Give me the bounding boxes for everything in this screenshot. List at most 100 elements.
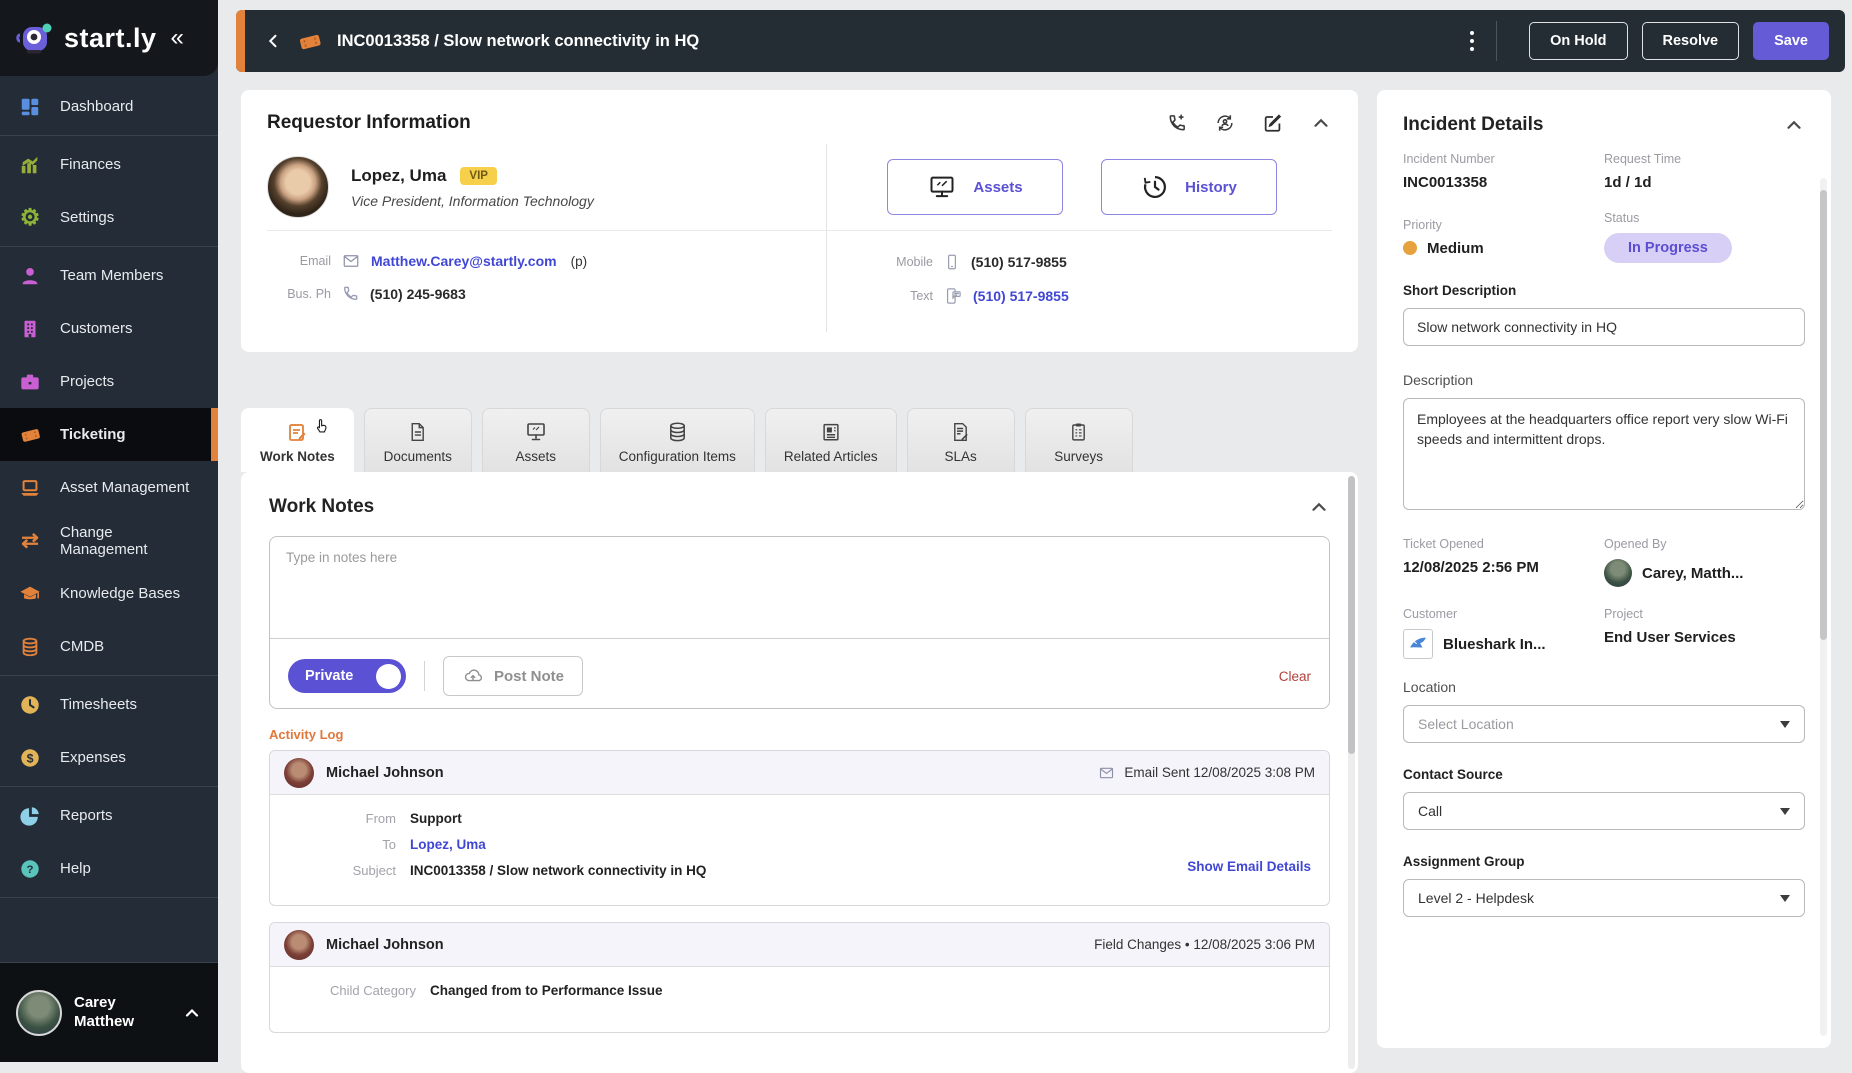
tab-surveys[interactable]: Surveys xyxy=(1024,408,1133,472)
sidebar-item-ticketing[interactable]: Ticketing xyxy=(0,408,218,461)
collapse-requestor-icon[interactable] xyxy=(1310,112,1332,134)
svg-text:?: ? xyxy=(27,864,34,876)
team-members-icon xyxy=(18,264,42,288)
sidebar-item-dashboard[interactable]: Dashboard xyxy=(0,80,218,133)
sidebar-item-finances[interactable]: Finances xyxy=(0,138,218,191)
sidebar-item-reports[interactable]: Reports xyxy=(0,789,218,842)
sidebar-item-help[interactable]: ? Help xyxy=(0,842,218,895)
panel-scrollbar[interactable] xyxy=(1820,178,1827,1036)
email-value[interactable]: Matthew.Carey@startly.com xyxy=(371,253,557,269)
tab-assets[interactable]: Assets xyxy=(481,408,590,472)
settings-gear-icon: ⚙ xyxy=(19,204,41,230)
sidebar-item-timesheets[interactable]: Timesheets xyxy=(0,678,218,731)
tab-related-articles[interactable]: Related Articles xyxy=(764,408,897,472)
sidebar-item-expenses[interactable]: $ Expenses xyxy=(0,731,218,784)
assets-button[interactable]: Assets xyxy=(887,159,1063,215)
documents-icon xyxy=(407,418,428,444)
hand-cursor-icon xyxy=(313,417,331,437)
child-category-value: Changed from to Performance Issue xyxy=(430,983,663,998)
sidebar-item-label: Asset Management xyxy=(60,479,190,496)
priority-label: Priority xyxy=(1403,217,1442,232)
dashboard-icon xyxy=(18,95,42,119)
sidebar-item-projects[interactable]: Projects xyxy=(0,355,218,408)
sidebar-item-team-members[interactable]: Team Members xyxy=(0,249,218,302)
sidebar-item-label: Finances xyxy=(60,156,121,173)
requestor-section-title: Requestor Information xyxy=(267,112,471,133)
chevron-up-icon[interactable] xyxy=(182,1003,202,1023)
sidebar-item-cmdb[interactable]: CMDB xyxy=(0,620,218,673)
sidebar-item-label: Customers xyxy=(60,320,133,337)
sidebar-item-settings[interactable]: ⚙ Settings xyxy=(0,191,218,244)
note-input[interactable] xyxy=(270,537,1329,639)
work-notes-card: Work Notes Private Post Note Clea xyxy=(241,472,1358,1073)
back-icon[interactable] xyxy=(265,31,283,51)
user-menu[interactable]: Carey Matthew xyxy=(0,962,218,1062)
sidebar-item-label: Change Management xyxy=(60,523,148,558)
show-email-details-link[interactable]: Show Email Details xyxy=(1187,859,1311,874)
edit-icon[interactable] xyxy=(1262,112,1284,134)
email-icon xyxy=(341,252,361,270)
description-input[interactable]: Employees at the headquarters office rep… xyxy=(1403,398,1805,510)
add-call-icon[interactable] xyxy=(1166,112,1188,134)
expenses-icon: $ xyxy=(18,746,42,770)
mobile-label: Mobile xyxy=(896,255,933,269)
sync-user-icon[interactable] xyxy=(1214,112,1236,134)
finances-icon xyxy=(18,153,42,177)
sidebar-item-change-management[interactable]: ⇄ Change Management xyxy=(0,514,218,567)
save-button[interactable]: Save xyxy=(1753,22,1829,60)
assignment-group-select[interactable]: Level 2 - Helpdesk xyxy=(1403,879,1805,917)
sidebar-item-knowledge-bases[interactable]: Knowledge Bases xyxy=(0,567,218,620)
sidebar-item-label: Settings xyxy=(60,209,115,226)
activity-meta: Field Changes • 12/08/2025 3:06 PM xyxy=(1094,937,1315,952)
history-button[interactable]: History xyxy=(1101,159,1277,215)
sidebar-collapse-icon[interactable]: « xyxy=(171,24,184,52)
private-toggle[interactable]: Private xyxy=(288,659,406,693)
project-value: End User Services xyxy=(1604,629,1736,646)
collapse-worknotes-icon[interactable] xyxy=(1308,496,1330,518)
customer-value[interactable]: Blueshark In... xyxy=(1443,636,1546,653)
post-note-button[interactable]: Post Note xyxy=(443,656,584,696)
on-hold-button[interactable]: On Hold xyxy=(1529,22,1628,60)
sidebar-item-customers[interactable]: Customers xyxy=(0,302,218,355)
worknotes-scrollbar[interactable] xyxy=(1348,476,1355,1069)
sidebar-item-label: Timesheets xyxy=(60,696,137,713)
resolve-button[interactable]: Resolve xyxy=(1641,22,1740,60)
projects-icon xyxy=(18,370,42,394)
svg-text:$: $ xyxy=(27,751,34,765)
request-time-label: Request Time xyxy=(1604,152,1682,166)
assets-tab-icon xyxy=(524,418,548,444)
sidebar-divider xyxy=(0,675,218,676)
contact-source-select[interactable]: Call xyxy=(1403,792,1805,830)
from-label: From xyxy=(365,811,396,826)
tab-label: Related Articles xyxy=(783,449,878,464)
customer-logo xyxy=(1403,629,1433,659)
history-clock-icon xyxy=(1141,173,1169,201)
text-value[interactable]: (510) 517-9855 xyxy=(973,288,1069,304)
location-select[interactable]: Select Location xyxy=(1403,705,1805,743)
sidebar-item-label: Knowledge Bases xyxy=(60,585,181,602)
tab-slas[interactable]: SLAs xyxy=(906,408,1015,472)
status-badge[interactable]: In Progress xyxy=(1604,233,1732,263)
robot-logo-icon xyxy=(14,17,56,59)
tab-configuration-items[interactable]: Configuration Items xyxy=(599,408,755,472)
main-content: Requestor Information Lopez, Uma VIP Vic… xyxy=(241,90,1358,1073)
ticket-opened-value: 12/08/2025 2:56 PM xyxy=(1403,559,1539,576)
tab-documents[interactable]: Documents xyxy=(363,408,472,472)
collapse-incident-icon[interactable] xyxy=(1783,114,1805,136)
kebab-menu-icon[interactable] xyxy=(1470,31,1475,51)
toggle-knob xyxy=(376,663,401,689)
activity-entry: Michael Johnson Email Sent 12/08/2025 3:… xyxy=(269,750,1330,906)
short-description-input[interactable] xyxy=(1403,308,1805,346)
sidebar-item-label: Projects xyxy=(60,373,115,390)
sidebar-item-asset-management[interactable]: Asset Management xyxy=(0,461,218,514)
incident-title: INC0013358 / Slow network connectivity i… xyxy=(337,31,700,50)
tab-work-notes[interactable]: Work Notes xyxy=(241,408,354,472)
activity-author: Michael Johnson xyxy=(326,936,444,953)
to-value[interactable]: Lopez, Uma xyxy=(410,837,486,852)
knowledge-bases-icon xyxy=(18,582,42,606)
clear-link[interactable]: Clear xyxy=(1279,669,1311,684)
mobile-icon xyxy=(943,252,961,272)
incident-details-title: Incident Details xyxy=(1403,114,1544,135)
sidebar-item-label: Team Members xyxy=(60,267,164,284)
sidebar-item-label: CMDB xyxy=(60,638,105,655)
